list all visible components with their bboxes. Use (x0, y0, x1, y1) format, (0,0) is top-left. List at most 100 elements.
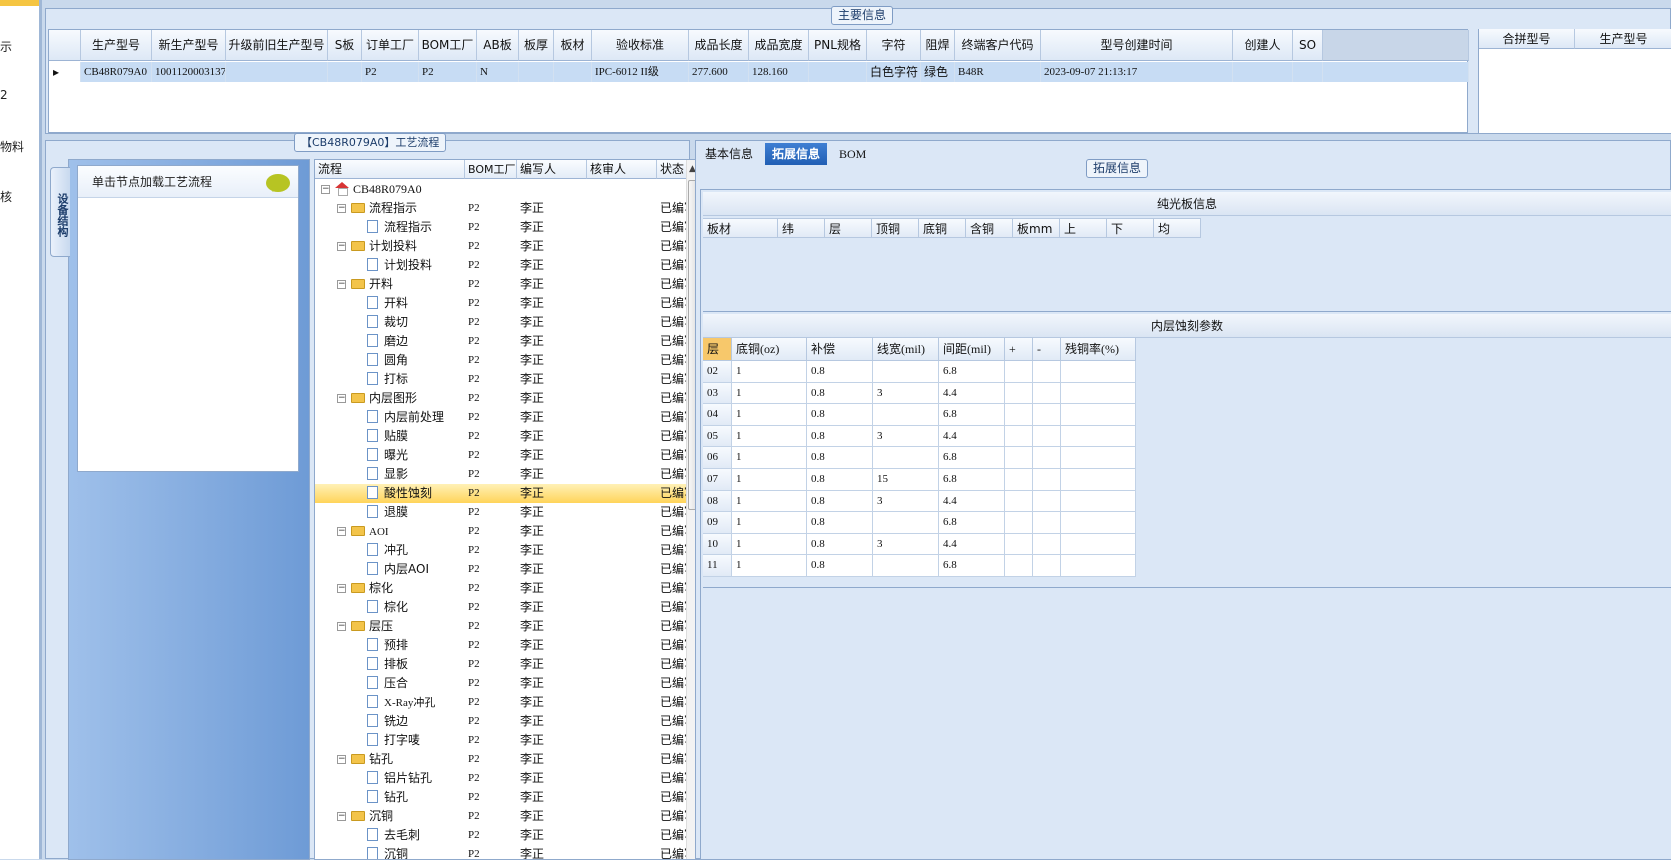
etch-cell[interactable]: 6.8 (939, 469, 1005, 491)
etch-cell[interactable]: 0.8 (807, 404, 873, 426)
production-model-header[interactable]: 生产型号 (1575, 29, 1671, 49)
etch-cell[interactable]: 1 (732, 512, 807, 534)
tab-bom[interactable]: BOM (832, 143, 873, 165)
etch-layer-cell[interactable]: 04 (703, 404, 732, 426)
left-nav-item-2[interactable]: 2 (0, 88, 8, 102)
table-cell[interactable]: 277.600 (689, 62, 749, 82)
table-cell[interactable]: N (477, 62, 519, 82)
tree-row[interactable]: − 棕化 P2 李正 已编写 (315, 579, 688, 598)
etch-layer-cell[interactable]: 03 (703, 382, 732, 405)
collapse-icon[interactable]: − (337, 527, 346, 536)
etch-cell[interactable]: 6.8 (939, 361, 1005, 383)
etch-cell[interactable]: 1 (732, 361, 807, 383)
etch-cell[interactable]: 1 (732, 469, 807, 491)
etch-cell[interactable]: 6.8 (939, 512, 1005, 534)
tree-root[interactable]: − CB48R079A0 (315, 180, 688, 199)
column-header[interactable]: 阻焊 (921, 30, 955, 61)
column-header[interactable]: 终端客户代码 (955, 30, 1041, 61)
etch-header[interactable]: 残铜率(%) (1061, 338, 1136, 361)
tree-row[interactable]: 钻孔 P2 李正 已编写 (315, 788, 688, 807)
tab-basic-info[interactable]: 基本信息 (698, 143, 760, 165)
column-header[interactable]: 成品宽度 (749, 30, 809, 61)
tree-row[interactable]: − 计划投料 P2 李正 已编写 (315, 237, 688, 256)
table-cell[interactable]: 白色字符 (867, 62, 921, 82)
plain-board-header[interactable]: 含铜 (966, 218, 1013, 238)
etch-layer-cell[interactable]: 08 (703, 490, 732, 513)
etch-cell[interactable]: 1 (732, 425, 807, 448)
table-cell[interactable] (809, 62, 867, 82)
etch-cell[interactable]: 3 (873, 382, 939, 405)
column-header[interactable]: 板材 (554, 30, 592, 61)
etch-cell[interactable] (1033, 447, 1061, 469)
table-cell[interactable] (519, 62, 554, 82)
collapse-icon[interactable]: − (337, 622, 346, 631)
tree-row[interactable]: 裁切 P2 李正 已编写 (315, 313, 688, 332)
column-header[interactable]: AB板 (477, 30, 519, 61)
etch-cell[interactable]: 3 (873, 425, 939, 448)
tree-row[interactable]: X-Ray冲孔 P2 李正 已编写 (315, 693, 688, 712)
etch-cell[interactable]: 6.8 (939, 555, 1005, 577)
tree-row[interactable]: 打标 P2 李正 已编写 (315, 370, 688, 389)
etch-layer-cell[interactable]: 05 (703, 425, 732, 448)
tree-row[interactable]: − 内层图形 P2 李正 已编写 (315, 389, 688, 408)
etch-cell[interactable]: 4.4 (939, 533, 1005, 556)
etch-cell[interactable]: 0.8 (807, 425, 873, 448)
etch-cell[interactable]: 0.8 (807, 490, 873, 513)
etch-cell[interactable] (1033, 404, 1061, 426)
plain-board-header[interactable]: 板mm (1013, 218, 1060, 238)
etch-header[interactable]: + (1005, 338, 1033, 361)
column-header[interactable]: 新生产型号 (152, 30, 226, 61)
tree-row[interactable]: − 开料 P2 李正 已编写 (315, 275, 688, 294)
etch-cell[interactable] (1033, 555, 1061, 577)
side-tab-equipment-structure[interactable]: 设备结构 (50, 167, 70, 257)
collapse-icon[interactable]: − (337, 755, 346, 764)
etch-cell[interactable]: 0.8 (807, 382, 873, 405)
etch-cell[interactable] (1061, 555, 1136, 577)
process-tree[interactable]: 流程 BOM工厂 编写人 核审人 状态 − CB48R079A0 − 流程指示 P2… (314, 159, 701, 860)
etch-layer-cell[interactable]: 11 (703, 555, 732, 577)
etch-cell[interactable] (1005, 361, 1033, 383)
etch-cell[interactable] (1005, 382, 1033, 405)
etch-cell[interactable] (1061, 425, 1136, 448)
tree-row[interactable]: 沉铜 P2 李正 已编写 (315, 845, 688, 859)
tree-row[interactable]: 圆角 P2 李正 已编写 (315, 351, 688, 370)
table-cell[interactable] (226, 62, 328, 82)
column-header[interactable]: 订单工厂 (362, 30, 419, 61)
etch-cell[interactable]: 0.8 (807, 555, 873, 577)
etch-cell[interactable] (873, 512, 939, 534)
tree-row[interactable]: 预排 P2 李正 已编写 (315, 636, 688, 655)
collapse-icon[interactable]: − (337, 394, 346, 403)
plain-board-header[interactable]: 板材 (703, 218, 778, 238)
tree-row[interactable]: − 沉铜 P2 李正 已编写 (315, 807, 688, 826)
etch-cell[interactable] (873, 361, 939, 383)
column-header[interactable]: 升级前旧生产型号 (226, 30, 328, 61)
column-header[interactable]: 生产型号 (81, 30, 152, 61)
table-cell[interactable]: 2023-09-07 21:13:17 (1041, 62, 1233, 82)
etch-cell[interactable] (1033, 512, 1061, 534)
etch-cell[interactable] (1005, 490, 1033, 513)
tree-row[interactable]: − 层压 P2 李正 已编写 (315, 617, 688, 636)
etch-cell[interactable]: 1 (732, 447, 807, 469)
etch-cell[interactable] (1005, 533, 1033, 556)
etch-cell[interactable] (1061, 361, 1136, 383)
tree-row[interactable]: 开料 P2 李正 已编写 (315, 294, 688, 313)
column-header[interactable]: 成品长度 (689, 30, 749, 61)
etch-layer-cell[interactable]: 06 (703, 447, 732, 469)
table-cell[interactable] (1233, 62, 1293, 82)
main-info-table[interactable]: 生产型号 新生产型号 升级前旧生产型号 S板 订单工厂 BOM工厂 AB板 板厚 板材 验收标准成… (48, 29, 1469, 133)
plain-board-header[interactable]: 纬 (778, 218, 825, 238)
column-header[interactable]: 型号创建时间 (1041, 30, 1233, 61)
merge-model-table[interactable]: 合拼型号 生产型号 (1478, 29, 1671, 133)
tree-row[interactable]: − 钻孔 P2 李正 已编写 (315, 750, 688, 769)
etch-cell[interactable] (1061, 382, 1136, 405)
tree-row[interactable]: 流程指示 P2 李正 已编写 (315, 218, 688, 237)
etch-cell[interactable] (1005, 447, 1033, 469)
etch-cell[interactable]: 1 (732, 555, 807, 577)
left-nav-item-4[interactable]: 核 (0, 188, 12, 205)
etch-cell[interactable] (873, 404, 939, 426)
etch-cell[interactable] (1061, 404, 1136, 426)
table-cell[interactable] (328, 62, 362, 82)
etch-cell[interactable] (1005, 512, 1033, 534)
tree-row[interactable]: 内层前处理 P2 李正 已编写 (315, 408, 688, 427)
etch-header[interactable]: - (1033, 338, 1061, 361)
